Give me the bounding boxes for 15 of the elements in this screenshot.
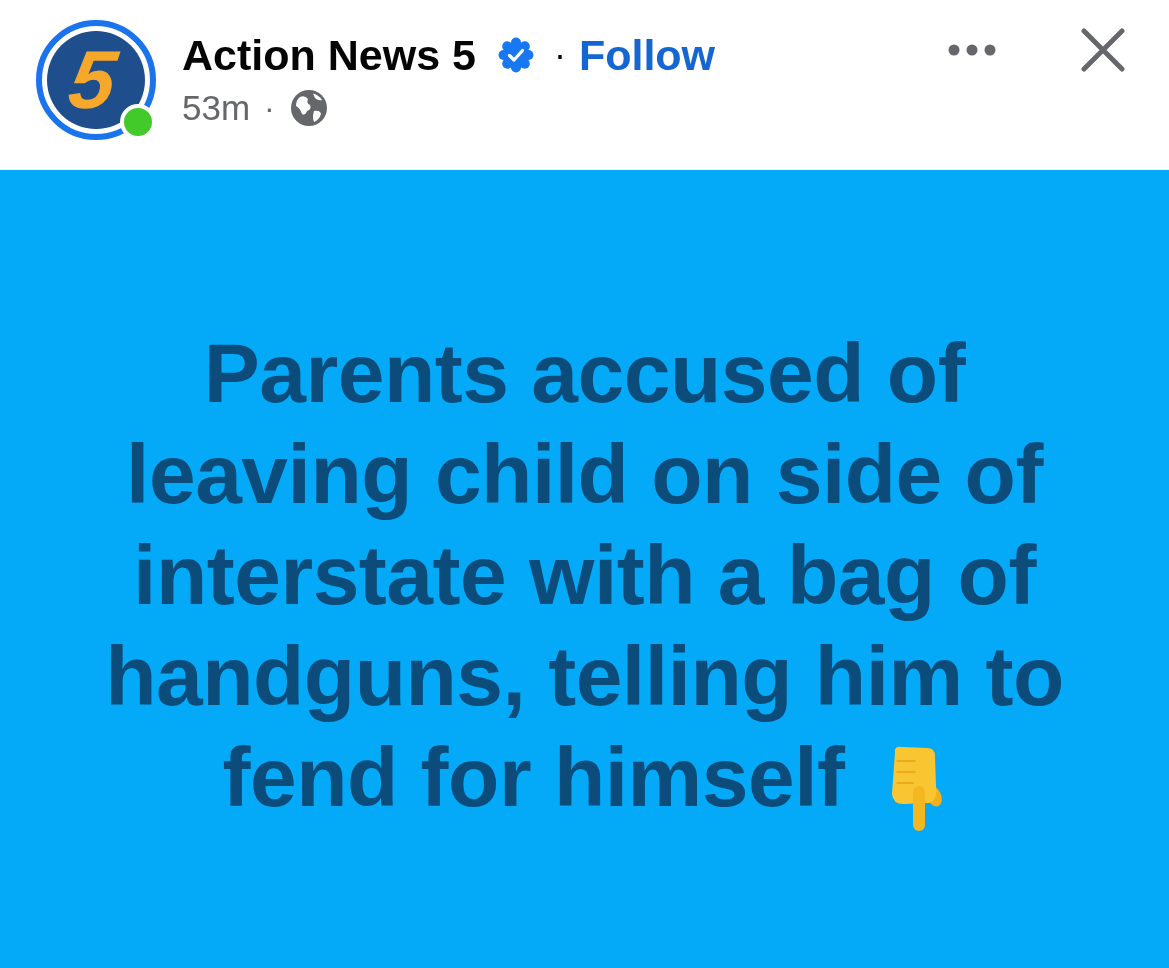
follow-link[interactable]: Follow bbox=[578, 30, 716, 80]
logo-text: 5 bbox=[64, 39, 122, 121]
globe-icon[interactable] bbox=[290, 90, 327, 126]
page-avatar[interactable]: 5 bbox=[36, 20, 156, 140]
close-icon bbox=[1081, 28, 1125, 72]
headline-line: interstate with a bag of bbox=[133, 526, 1036, 624]
post-time[interactable]: 53m bbox=[182, 88, 251, 128]
headline-line: Parents accused of bbox=[203, 324, 966, 422]
middle-dot-separator: · bbox=[264, 89, 275, 128]
page-name[interactable]: Action News 5 bbox=[182, 30, 476, 80]
headline-line: handguns, telling him to bbox=[105, 627, 1064, 725]
headline-line: leaving child on side of bbox=[126, 425, 1043, 523]
middle-dot-separator: · bbox=[553, 33, 566, 77]
headline-line: fend for himself bbox=[222, 728, 845, 826]
more-icon bbox=[948, 44, 996, 56]
